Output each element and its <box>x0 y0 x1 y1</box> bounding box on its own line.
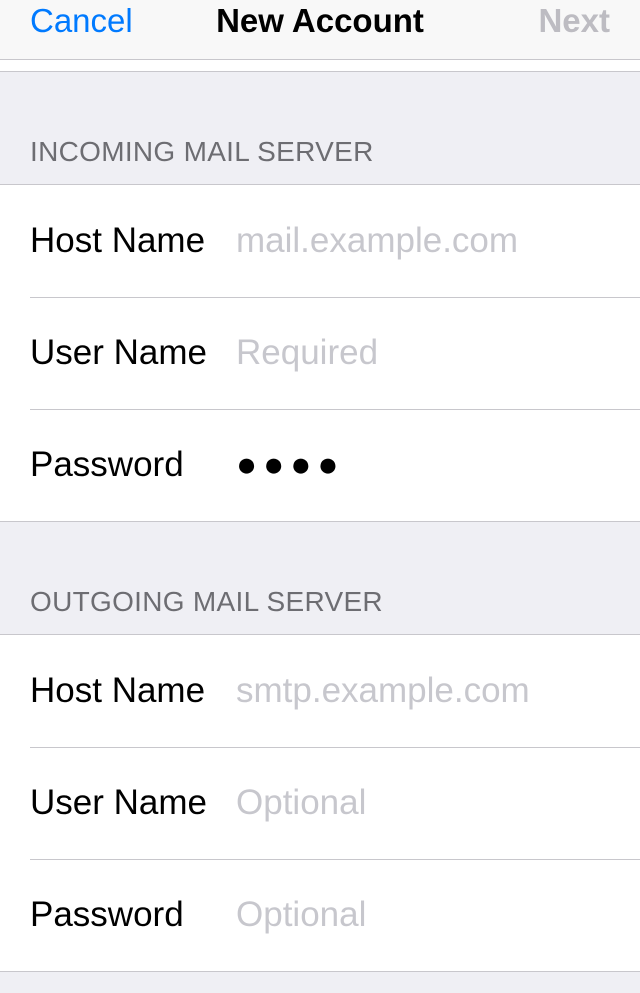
outgoing-group: Host Name User Name Password <box>0 634 640 972</box>
outgoing-section-header: OUTGOING MAIL SERVER <box>0 522 640 634</box>
page-title: New Account <box>216 2 424 40</box>
outgoing-user-input[interactable] <box>236 783 640 823</box>
outgoing-user-row: User Name <box>0 747 640 859</box>
next-button[interactable]: Next <box>538 2 610 40</box>
incoming-password-label: Password <box>30 445 236 485</box>
incoming-host-input[interactable] <box>236 221 640 261</box>
incoming-user-label: User Name <box>30 333 236 373</box>
outgoing-password-input[interactable] <box>236 895 640 935</box>
outgoing-host-row: Host Name <box>0 635 640 747</box>
incoming-section-header: INCOMING MAIL SERVER <box>0 72 640 184</box>
navbar: Cancel New Account Next <box>0 0 640 60</box>
incoming-user-row: User Name <box>0 297 640 409</box>
outgoing-password-label: Password <box>30 895 236 935</box>
outgoing-host-label: Host Name <box>30 671 236 711</box>
incoming-password-input[interactable]: ●●●● <box>236 445 640 485</box>
incoming-password-row: Password ●●●● <box>0 409 640 521</box>
incoming-group: Host Name User Name Password ●●●● <box>0 184 640 522</box>
outgoing-user-label: User Name <box>30 783 236 823</box>
outgoing-password-row: Password <box>0 859 640 971</box>
incoming-host-row: Host Name <box>0 185 640 297</box>
outgoing-host-input[interactable] <box>236 671 640 711</box>
incoming-host-label: Host Name <box>30 221 236 261</box>
top-spacer <box>0 60 640 72</box>
cancel-button[interactable]: Cancel <box>30 2 133 40</box>
incoming-user-input[interactable] <box>236 333 640 373</box>
